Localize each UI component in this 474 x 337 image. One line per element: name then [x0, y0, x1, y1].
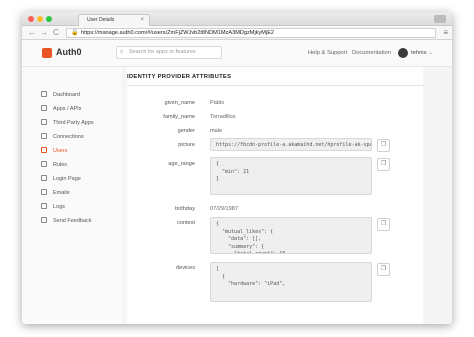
sidebar-item-apps-apis[interactable]: Apps / APIs — [41, 104, 81, 114]
sidebar-item-emails[interactable]: Emails — [41, 188, 70, 198]
help-support-link[interactable]: Help & Support — [308, 50, 347, 56]
logs-icon — [41, 203, 47, 209]
minimize-window-button[interactable] — [37, 16, 43, 22]
copy-picture-button[interactable]: ❐ — [377, 139, 390, 152]
age-range-value[interactable]: { "min": 21 } — [210, 157, 372, 195]
copy-icon: ❐ — [380, 266, 387, 272]
divider — [127, 85, 423, 86]
users-icon — [41, 147, 47, 153]
copy-icon: ❐ — [380, 142, 387, 148]
copy-devices-button[interactable]: ❐ — [377, 263, 390, 276]
tab-close-icon[interactable]: × — [140, 15, 144, 26]
context-label: context — [176, 220, 195, 226]
sidebar-item-label: Apps / APIs — [53, 106, 82, 112]
app-header: Auth0 ⌕ Search for apps or features Help… — [22, 40, 452, 67]
sidebar-item-label: Rules — [53, 162, 68, 168]
family-name-label: family_name — [163, 114, 195, 120]
gender-label: gender — [177, 128, 195, 134]
address-bar: ← → C 🔒 https://manage.auth0.com/#/users… — [22, 26, 452, 40]
avatar[interactable] — [398, 48, 408, 58]
emails-icon — [41, 189, 47, 195]
birthday-value: 07/29/1987 — [210, 206, 238, 212]
documentation-link[interactable]: Documentation — [352, 50, 391, 56]
age-range-label: age_range — [168, 161, 195, 167]
browser-window: User Details × ← → C 🔒 https://manage.au… — [22, 12, 452, 324]
search-input[interactable]: ⌕ Search for apps or features — [116, 46, 222, 59]
sidebar-item-label: Dashboard — [53, 92, 80, 98]
sidebar-item-label: Emails — [53, 190, 70, 196]
chevron-down-icon: ⌄ — [428, 50, 433, 56]
browser-tab-bar: User Details × — [22, 12, 452, 26]
devices-label: devices — [176, 265, 195, 271]
sidebar-item-label: Send Feedback — [53, 218, 92, 224]
feedback-icon — [41, 217, 47, 223]
gender-value: male — [210, 128, 223, 134]
third-party-icon — [41, 119, 47, 125]
copy-age-range-button[interactable]: ❐ — [377, 158, 390, 171]
family-name-value: Torradillos — [210, 114, 236, 120]
sidebar: Dashboard Apps / APIs Third Party Apps C… — [22, 67, 122, 324]
close-window-button[interactable] — [28, 16, 34, 22]
section-title: IDENTITY PROVIDER ATTRIBUTES — [127, 74, 232, 80]
copy-context-button[interactable]: ❐ — [377, 218, 390, 231]
username: tehnis — [411, 50, 427, 56]
search-icon: ⌕ — [120, 49, 124, 55]
picture-label: picture — [178, 142, 195, 148]
browser-tab[interactable]: User Details × — [78, 14, 150, 26]
picture-value[interactable]: https://fbcdn-profile-a.akamaihd.net/hpr… — [210, 138, 372, 151]
context-value[interactable]: { "mutual_likes": { "data": [], "summary… — [210, 217, 372, 254]
reload-icon[interactable]: C — [53, 27, 59, 39]
apps-icon — [41, 105, 47, 111]
given-name-value: Pablo — [210, 100, 225, 106]
browser-menu-icon[interactable]: ≡ — [443, 28, 448, 38]
copy-icon: ❐ — [380, 221, 387, 227]
sidebar-item-send-feedback[interactable]: Send Feedback — [41, 216, 92, 226]
auth0-logo-icon[interactable] — [42, 48, 52, 58]
url-field[interactable]: 🔒 https://manage.auth0.com/#/users/ZmFjZ… — [66, 28, 436, 38]
sidebar-item-login-page[interactable]: Login Page — [41, 174, 81, 184]
url-text: https://manage.auth0.com/#/users/ZmFjZWJ… — [81, 30, 275, 36]
sidebar-item-label: Connections — [53, 134, 84, 140]
tab-title: User Details — [87, 17, 115, 23]
sidebar-item-rules[interactable]: Rules — [41, 160, 67, 170]
sidebar-item-label: Third Party Apps — [53, 120, 94, 126]
lock-icon: 🔒 — [71, 30, 79, 36]
attributes-card: IDENTITY PROVIDER ATTRIBUTES given_name … — [127, 67, 423, 324]
zoom-window-button[interactable] — [46, 16, 52, 22]
user-menu[interactable]: tehnis ⌄ — [411, 50, 433, 56]
forward-icon[interactable]: → — [40, 27, 48, 39]
sidebar-item-third-party-apps[interactable]: Third Party Apps — [41, 118, 94, 128]
connections-icon — [41, 133, 47, 139]
copy-icon: ❐ — [380, 161, 387, 167]
sidebar-item-label: Users — [53, 148, 68, 154]
given-name-label: given_name — [164, 100, 195, 106]
sidebar-item-label: Logs — [53, 204, 65, 210]
login-page-icon — [41, 175, 47, 181]
main-content: IDENTITY PROVIDER ATTRIBUTES given_name … — [122, 67, 452, 324]
dashboard-icon — [41, 91, 47, 97]
sidebar-item-label: Login Page — [53, 176, 81, 182]
sidebar-item-users[interactable]: Users — [41, 146, 67, 156]
rules-icon — [41, 161, 47, 167]
browser-profile-icon[interactable] — [434, 15, 446, 23]
sidebar-item-logs[interactable]: Logs — [41, 202, 65, 212]
search-placeholder: Search for apps or features — [129, 49, 196, 55]
sidebar-item-dashboard[interactable]: Dashboard — [41, 90, 80, 100]
devices-value[interactable]: [ { "hardware": "iPad", — [210, 262, 372, 302]
back-icon[interactable]: ← — [28, 27, 36, 39]
birthday-label: birthday — [175, 206, 195, 212]
logo-text[interactable]: Auth0 — [56, 47, 82, 57]
sidebar-item-connections[interactable]: Connections — [41, 132, 84, 142]
